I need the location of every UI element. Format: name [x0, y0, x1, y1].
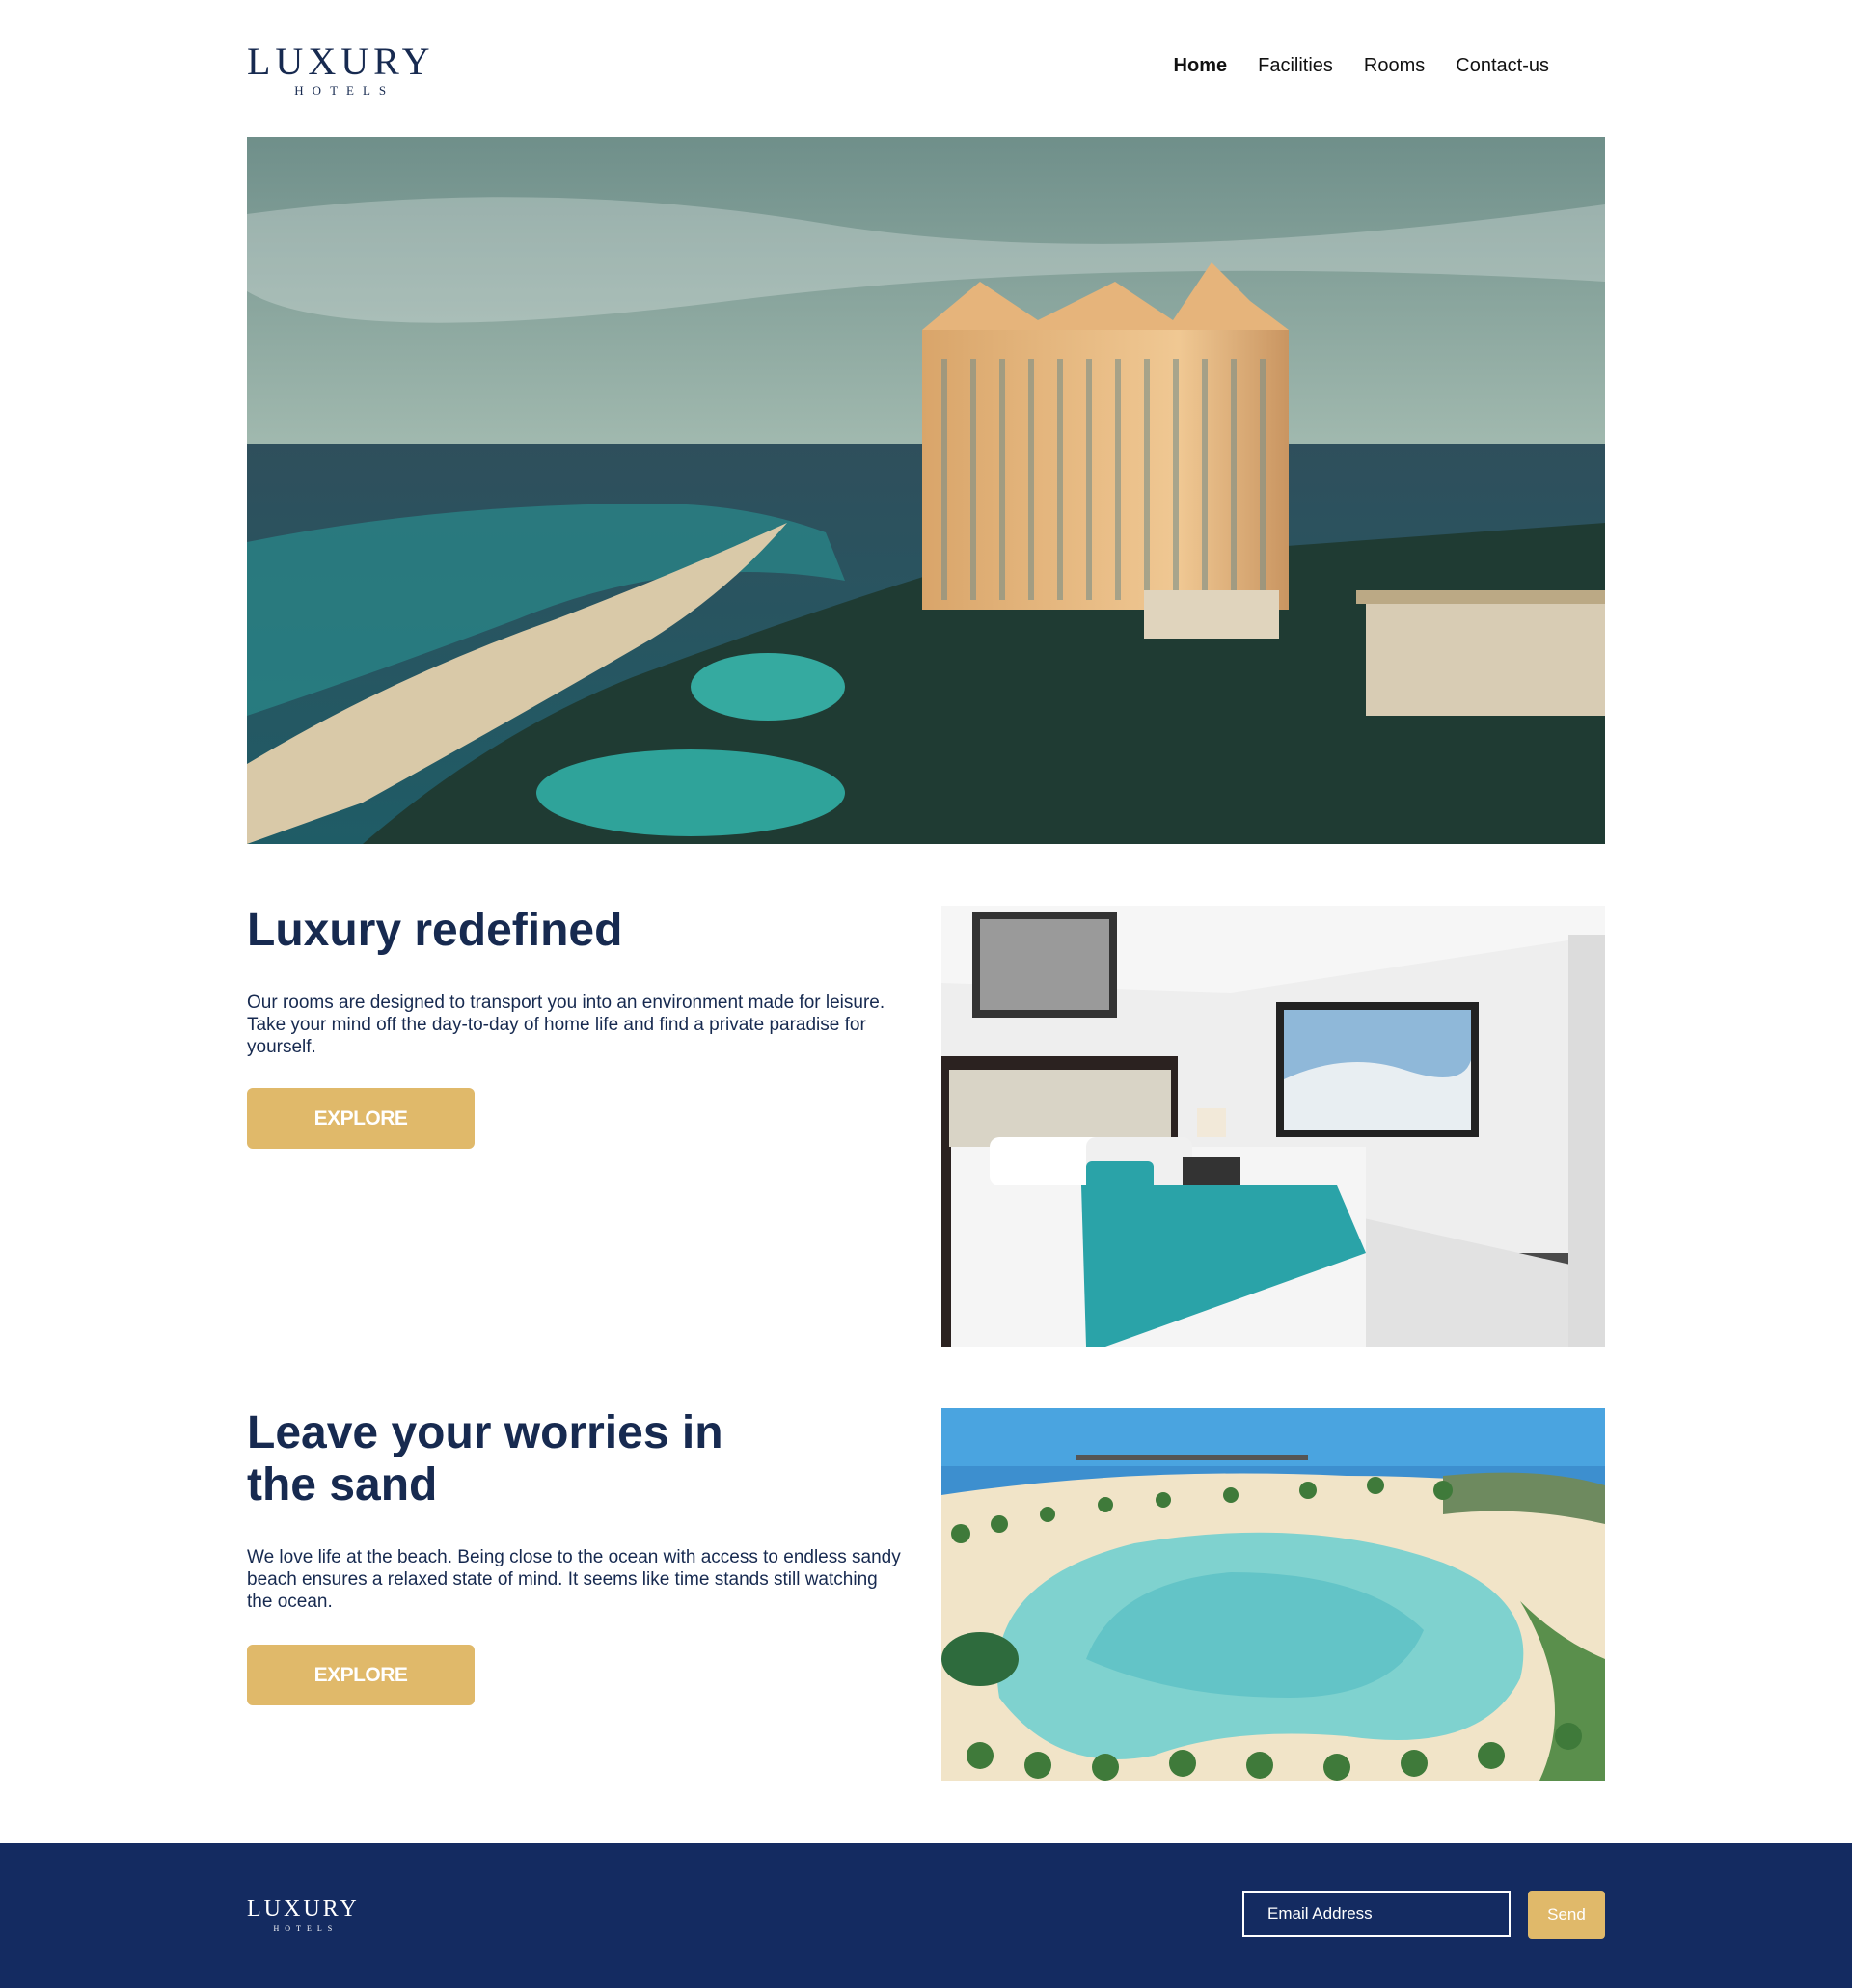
section-title: Luxury redefined	[247, 905, 623, 956]
nav-facilities[interactable]: Facilities	[1258, 55, 1333, 77]
footer-logo-brand: LUXURY	[247, 1896, 360, 1921]
logo-subtitle: HOTELS	[294, 83, 395, 97]
site-header: LUXURY HOTELS Home Facilities Rooms Cont…	[247, 0, 1605, 137]
section-body: Our rooms are designed to transport you …	[247, 993, 885, 1057]
logo-brand: LUXURY	[247, 40, 435, 83]
newsletter-send-button[interactable]: Send	[1528, 1891, 1605, 1939]
newsletter-email-input[interactable]	[1242, 1891, 1511, 1937]
section-title-line-2: the sand	[247, 1459, 438, 1511]
bedroom-image	[941, 906, 1605, 1347]
nav-home[interactable]: Home	[1174, 55, 1228, 77]
section-body: We love life at the beach. Being close t…	[247, 1547, 901, 1612]
nav-rooms[interactable]: Rooms	[1364, 55, 1425, 77]
site-logo[interactable]: LUXURY HOTELS	[247, 42, 434, 98]
section-beach: Leave your worries in the sand We love l…	[247, 1407, 903, 1613]
section-title-line-1: Leave your worries in	[247, 1407, 723, 1458]
main-nav: Home Facilities Rooms Contact-us	[1174, 55, 1549, 77]
footer-logo[interactable]: LUXURY HOTELS	[247, 1897, 360, 1933]
section-title: Leave your worries in the sand	[247, 1407, 903, 1511]
beach-lagoon-image	[941, 1408, 1605, 1781]
explore-button-beach[interactable]: EXPLORE	[247, 1645, 475, 1705]
nav-contact-us[interactable]: Contact-us	[1456, 55, 1549, 77]
section-luxury-redefined: Luxury redefined Our rooms are designed …	[247, 905, 903, 1058]
hero-resort-image	[247, 137, 1605, 844]
footer-logo-subtitle: HOTELS	[273, 1924, 339, 1933]
explore-button-rooms[interactable]: EXPLORE	[247, 1088, 475, 1149]
